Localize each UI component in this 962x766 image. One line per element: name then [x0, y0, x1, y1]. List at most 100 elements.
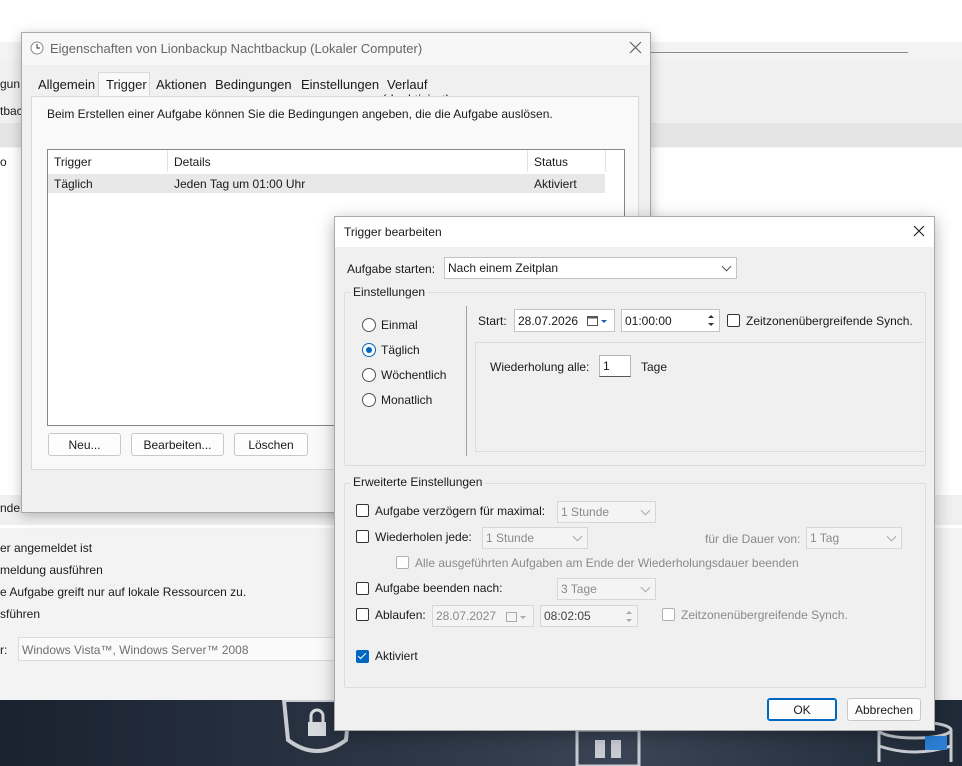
sync-timezones-label: Zeitzonenübergreifende Synch. [746, 314, 913, 328]
edit-button[interactable]: Bearbeiten... [131, 433, 224, 456]
tab-verlauf[interactable]: Verlauf (deaktiviert) [382, 75, 498, 107]
expire-label: Ablaufen: [375, 608, 426, 622]
column-details[interactable]: Details [174, 155, 211, 169]
stop-all-label: Alle ausgeführten Aufgaben am Ende der W… [415, 556, 799, 570]
delay-select[interactable]: 1 Stunde [557, 501, 656, 523]
delay-value: 1 Stunde [561, 505, 610, 519]
trigger-dialog-title: Trigger bearbeiten [344, 225, 442, 239]
expire-date-picker[interactable]: 28.07.2027 [432, 605, 534, 627]
stop-after-value: 3 Tage [561, 582, 597, 596]
calendar-icon [575, 728, 641, 766]
column-trigger[interactable]: Trigger [54, 155, 92, 169]
repeat-label: Wiederholen jede: [375, 530, 472, 544]
table-row[interactable] [48, 174, 605, 193]
expire-sync-checkbox[interactable] [662, 608, 675, 621]
background-fragment: o [0, 155, 7, 169]
trigger-description: Beim Erstellen einer Aufgabe können Sie … [47, 107, 553, 121]
calendar-dropdown-icon [587, 316, 607, 326]
radio-daily[interactable] [362, 343, 376, 357]
background-fragment: nde [0, 501, 21, 515]
stop-after-label: Aufgabe beenden nach: [375, 581, 503, 595]
radio-once-label: Einmal [381, 318, 418, 332]
start-task-select[interactable]: Nach einem Zeitplan [444, 257, 737, 279]
radio-monthly[interactable] [362, 393, 376, 407]
enabled-checkbox[interactable] [356, 650, 369, 663]
tab-bedingungen[interactable]: Bedingungen [210, 75, 294, 96]
configure-for-label: r: [0, 643, 8, 657]
expire-date-value: 28.07.2027 [436, 609, 497, 623]
expire-sync-label: Zeitzonenübergreifende Synch. [681, 608, 848, 622]
tab-allgemein[interactable]: Allgemein [33, 75, 97, 96]
repeat-select[interactable]: 1 Stunde [482, 527, 588, 549]
chevron-down-icon [640, 505, 651, 516]
recur-label: Wiederholung alle: [490, 360, 590, 374]
start-task-label: Aufgabe starten: [347, 262, 436, 276]
tab-aktionen[interactable]: Aktionen [151, 75, 209, 96]
delay-label: Aufgabe verzögern für maximal: [375, 504, 546, 518]
start-date-picker[interactable]: 28.07.2026 [514, 309, 615, 332]
cancel-button[interactable]: Abbrechen [847, 698, 921, 721]
expire-time-value: 08:02:05 [544, 609, 591, 623]
delete-button[interactable]: Löschen [234, 433, 308, 456]
sync-timezones-checkbox[interactable] [727, 314, 740, 327]
expire-checkbox[interactable] [356, 608, 369, 621]
row-trigger: Täglich [54, 177, 93, 191]
settings-group-title: Einstellungen [350, 285, 429, 299]
enabled-label: Aktiviert [375, 649, 418, 663]
clock-icon [30, 41, 44, 55]
delay-checkbox[interactable] [356, 504, 369, 517]
chevron-down-icon [721, 261, 732, 272]
radio-weekly[interactable] [362, 368, 376, 382]
column-divider [167, 150, 168, 172]
ok-button[interactable]: OK [767, 698, 837, 721]
calendar-dropdown-icon [506, 612, 526, 622]
stop-after-select[interactable]: 3 Tage [557, 578, 656, 600]
tab-trigger[interactable]: Trigger [98, 72, 150, 98]
column-divider [527, 150, 528, 172]
chevron-down-icon [640, 582, 651, 593]
spin-arrows-icon [626, 611, 632, 622]
background-option[interactable]: e Aufgabe greift nur auf lokale Ressourc… [0, 585, 246, 599]
radio-daily-label: Täglich [381, 343, 420, 357]
row-details: Jeden Tag um 01:00 Uhr [174, 177, 306, 191]
repeat-checkbox[interactable] [356, 530, 369, 543]
background-option[interactable]: sführen [0, 607, 40, 621]
background-option[interactable]: meldung ausführen [0, 563, 103, 577]
properties-title: Eigenschaften von Lionbackup Nachtbackup… [50, 41, 423, 56]
close-icon[interactable] [629, 41, 642, 54]
start-time-spinner[interactable]: 01:00:00 [621, 309, 720, 332]
duration-label: für die Dauer von: [705, 532, 801, 546]
start-time-value: 01:00:00 [625, 314, 672, 328]
radio-once[interactable] [362, 318, 376, 332]
background-fragment: tbac [0, 104, 23, 118]
background-fragment: gun [0, 77, 21, 91]
recur-unit: Tage [641, 360, 668, 374]
duration-select[interactable]: 1 Tag [806, 527, 902, 549]
row-status: Aktiviert [534, 177, 577, 191]
new-button[interactable]: Neu... [48, 433, 121, 456]
chevron-down-icon [572, 531, 583, 542]
expire-time-spinner[interactable]: 08:02:05 [540, 605, 638, 627]
background-rule [650, 52, 908, 53]
column-status[interactable]: Status [534, 155, 568, 169]
radio-weekly-label: Wöchentlich [381, 368, 447, 382]
vertical-divider [466, 306, 467, 456]
column-divider [605, 150, 606, 172]
start-date-value: 28.07.2026 [518, 314, 579, 328]
recur-value: 1 [603, 359, 610, 373]
spin-arrows-icon [708, 315, 714, 326]
background-option[interactable]: er angemeldet ist [0, 541, 92, 555]
tab-einstellungen[interactable]: Einstellungen [296, 75, 380, 96]
repeat-value: 1 Stunde [486, 531, 535, 545]
recur-input[interactable]: 1 [599, 355, 631, 377]
chevron-down-icon [886, 531, 897, 542]
recurrence-panel [475, 342, 924, 452]
radio-monthly-label: Monatlich [381, 393, 433, 407]
duration-value: 1 Tag [810, 531, 840, 545]
start-label: Start: [478, 314, 507, 328]
advanced-group-title: Erweiterte Einstellungen [350, 475, 486, 489]
stop-after-checkbox[interactable] [356, 582, 369, 595]
stop-all-checkbox[interactable] [396, 556, 409, 569]
configure-for-select[interactable]: Windows Vista™, Windows Server™ 2008 [18, 637, 338, 661]
close-icon[interactable] [913, 225, 925, 237]
